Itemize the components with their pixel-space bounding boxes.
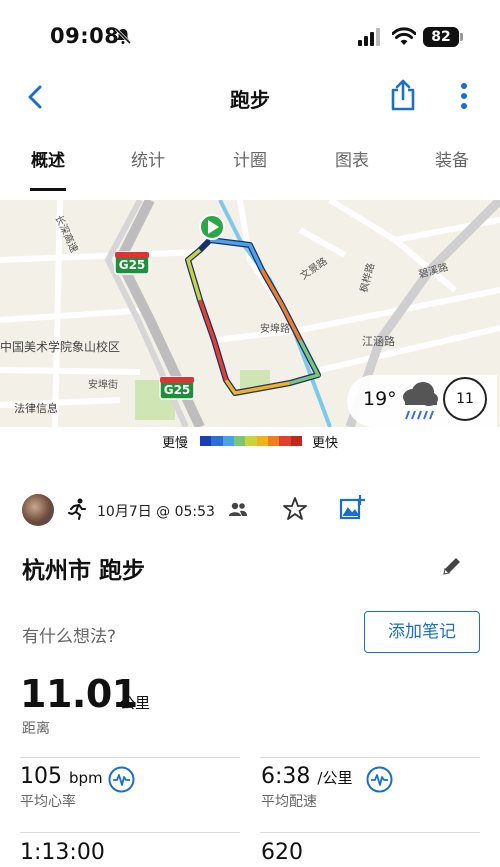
calories-value: 620 xyxy=(261,840,303,865)
add-note-button[interactable]: 添加笔记 xyxy=(364,611,480,653)
legend-color-segment xyxy=(233,436,246,446)
nav-bar: 跑步 xyxy=(0,72,500,122)
time-value: 1:13:00 xyxy=(20,840,105,865)
legend-fast-label: 更快 xyxy=(312,436,339,451)
distance-label: 距离 xyxy=(22,721,50,737)
legend-color-segment xyxy=(267,436,280,446)
activity-date: 10月7日 @ 05:53 xyxy=(97,504,215,520)
add-photo-icon[interactable] xyxy=(339,494,365,522)
back-chevron-icon[interactable] xyxy=(22,82,50,112)
activity-meta-row: 10月7日 @ 05:53 xyxy=(0,490,500,530)
stat-time[interactable]: 1:13:00 xyxy=(20,840,105,865)
stat-value-row: 6:38 /公里 xyxy=(261,764,352,789)
heart-rate-value: 105 xyxy=(20,764,62,789)
rain-cloud-icon xyxy=(403,382,438,420)
map-label-jianghan: 江涵路 xyxy=(362,335,395,348)
divider xyxy=(260,832,480,833)
tab-charts[interactable]: 图表 xyxy=(322,146,382,171)
status-time: 09:08 xyxy=(50,24,120,48)
share-icon[interactable] xyxy=(388,78,418,112)
star-favorite-icon[interactable] xyxy=(282,496,308,522)
tab-laps[interactable]: 计圈 xyxy=(220,146,280,171)
running-icon xyxy=(68,498,86,520)
battery-tip xyxy=(460,33,463,41)
route-map[interactable]: G25 G25 中国美术学院象山校区 法律信息 安埠街 安埠路 江涵路 枫桦路 … xyxy=(0,200,500,427)
map-label-law: 法律信息 xyxy=(14,402,58,415)
legend-color-segment xyxy=(290,436,302,446)
legend-slow-label: 更慢 xyxy=(162,436,189,451)
wind-speed-value: 11 xyxy=(456,391,474,407)
legend-color-segment xyxy=(279,436,291,446)
pulse-chart-icon[interactable] xyxy=(108,766,135,793)
wind-speed-dial: 11 xyxy=(443,377,487,421)
legend-color-segment xyxy=(256,436,268,446)
activity-title: 杭州市 跑步 xyxy=(22,558,146,584)
pace-legend: 更慢 更快 xyxy=(0,432,500,454)
divider xyxy=(260,757,480,758)
legend-color-segment xyxy=(222,436,234,446)
legend-color-segment xyxy=(245,436,257,446)
divider xyxy=(20,757,240,758)
bell-muted-icon xyxy=(114,27,132,45)
stat-value-row: 105 bpm xyxy=(20,764,103,789)
tab-overview[interactable]: 概述 xyxy=(18,146,78,171)
people-icon[interactable] xyxy=(228,500,248,518)
distance-unit: 公里 xyxy=(120,694,151,712)
tab-active-indicator xyxy=(30,188,66,191)
status-bar: 09:08 82 xyxy=(0,0,500,72)
weather-badge: 19° 11 xyxy=(347,375,497,427)
legend-color-bar xyxy=(200,436,302,446)
stat-avg-heart-rate[interactable]: 105 bpm 平均心率 xyxy=(20,764,103,811)
map-label-anfujie: 安埠街 xyxy=(88,380,118,391)
legend-color-segment xyxy=(200,436,212,446)
avatar[interactable] xyxy=(22,494,54,526)
cellular-signal-icon xyxy=(358,28,380,46)
tab-stats[interactable]: 统计 xyxy=(118,146,178,171)
edit-pencil-icon[interactable] xyxy=(441,555,463,577)
page-title: 跑步 xyxy=(230,88,270,112)
map-shield-g25: G25 xyxy=(118,258,146,272)
tab-gear[interactable]: 装备 xyxy=(422,146,482,171)
more-options-icon[interactable] xyxy=(452,80,476,114)
battery-indicator: 82 xyxy=(423,27,459,47)
pace-value: 6:38 xyxy=(261,764,311,789)
heart-rate-unit: bpm xyxy=(69,769,103,787)
divider xyxy=(20,832,240,833)
pace-label: 平均配速 xyxy=(261,794,317,810)
pace-chart-icon[interactable] xyxy=(366,766,393,793)
map-shield-g25-lower: G25 xyxy=(163,383,191,397)
pace-unit: /公里 xyxy=(317,769,353,787)
weather-temperature: 19° xyxy=(363,388,397,410)
wifi-icon xyxy=(392,27,416,45)
stat-avg-pace[interactable]: 6:38 /公里 平均配速 xyxy=(261,764,352,811)
legend-color-segment xyxy=(211,436,223,446)
tab-bar: 概述 统计 计圈 图表 装备 xyxy=(0,138,500,192)
map-label-anfu: 安埠路 xyxy=(260,324,290,335)
map-label-school: 中国美术学院象山校区 xyxy=(0,340,121,354)
thoughts-prompt[interactable]: 有什么想法? xyxy=(22,622,116,647)
heart-rate-label: 平均心率 xyxy=(20,794,76,810)
stat-calories[interactable]: 620 xyxy=(261,840,303,865)
